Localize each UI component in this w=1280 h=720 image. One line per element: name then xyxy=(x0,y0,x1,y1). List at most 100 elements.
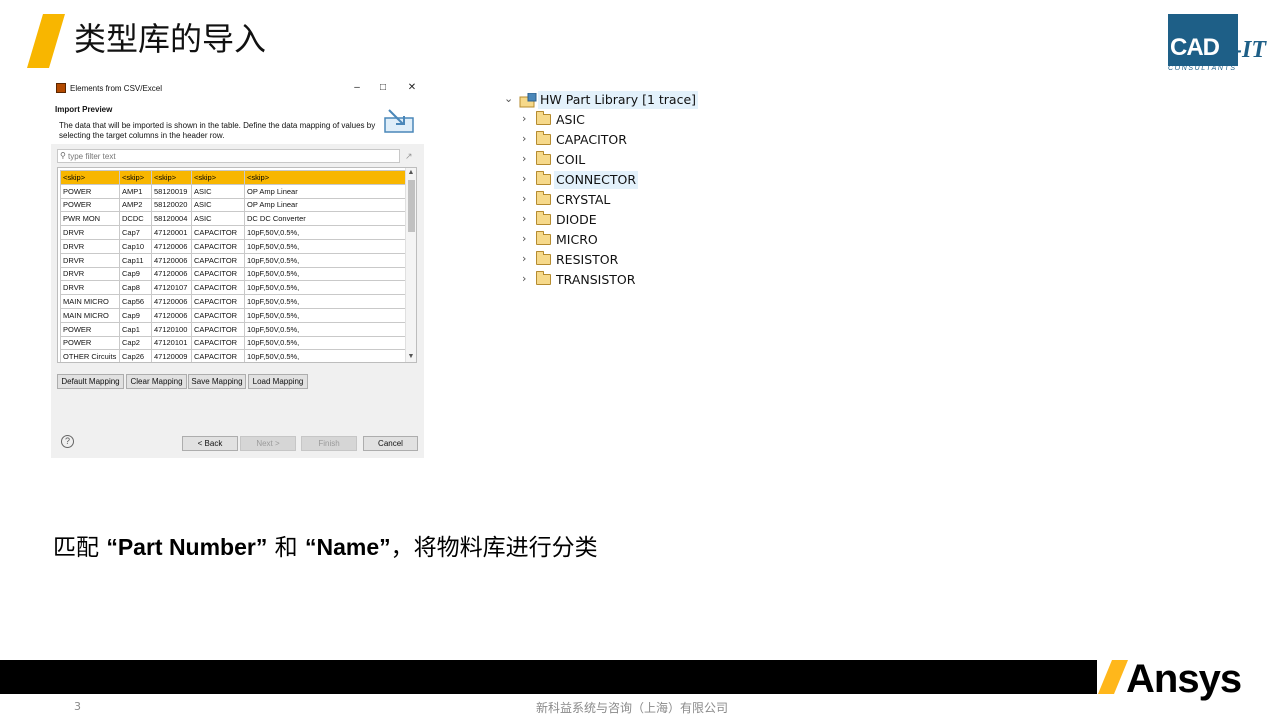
app-icon xyxy=(56,83,66,93)
filter-input[interactable] xyxy=(68,151,388,162)
table-row: POWER AMP2 58120020 ASIC OP Amp Linear xyxy=(60,197,407,213)
column-mapping-select[interactable]: <skip> xyxy=(60,170,120,185)
chevron-right-icon[interactable]: › xyxy=(522,272,534,288)
table-cell: DRVR xyxy=(60,252,120,268)
dialog-title: Elements from CSV/Excel xyxy=(70,84,163,93)
chevron-right-icon[interactable]: › xyxy=(522,152,534,168)
folder-icon xyxy=(536,191,551,205)
table-cell: 10pF,50V,0.5%, xyxy=(244,335,407,351)
minimize-button[interactable]: – xyxy=(349,81,365,95)
table-scrollbar[interactable]: ▲ ▼ xyxy=(405,168,416,362)
scroll-up-icon[interactable]: ▲ xyxy=(406,168,416,178)
ansys-logo: Ansys xyxy=(1126,657,1242,701)
table-cell: Cap9 xyxy=(119,266,152,282)
chevron-right-icon[interactable]: › xyxy=(522,132,534,148)
table-cell: Cap2 xyxy=(119,335,152,351)
table-cell: 47120001 xyxy=(151,225,192,240)
table-cell: DRVR xyxy=(60,266,120,282)
finish-button[interactable]: Finish xyxy=(301,436,357,451)
column-mapping-select[interactable]: <skip> xyxy=(119,170,152,185)
back-button[interactable]: < Back xyxy=(182,436,238,451)
chevron-right-icon[interactable]: › xyxy=(522,212,534,228)
table-cell: PWR MON xyxy=(60,211,120,227)
clear-mapping-button[interactable]: Clear Mapping xyxy=(126,374,187,389)
table-cell: 47120107 xyxy=(151,280,192,296)
table-row: DRVR Cap11 47120006 CAPACITOR 10pF,50V,0.5%, xyxy=(60,252,407,268)
table-cell: CAPACITOR xyxy=(191,266,245,282)
folder-icon xyxy=(536,231,551,245)
table-cell: Cap10 xyxy=(119,238,152,254)
table-cell: 47120009 xyxy=(151,349,192,362)
close-button[interactable]: ✕ xyxy=(404,81,420,95)
help-icon[interactable]: ? xyxy=(61,435,74,448)
table-cell: CAPACITOR xyxy=(191,294,245,309)
caption-name: “Name” xyxy=(304,534,391,560)
table-cell: AMP1 xyxy=(119,183,152,199)
table-cell: CAPACITOR xyxy=(191,335,245,351)
page-number: 3 xyxy=(74,700,81,713)
table-cell: DC DC Converter xyxy=(244,211,407,227)
tree-item-label[interactable]: ASIC xyxy=(554,111,587,129)
mapping-header-row: <skip> <skip> <skip> <skip> <skip> xyxy=(60,170,407,185)
tree-root-label[interactable]: HW Part Library [1 trace] xyxy=(538,91,699,109)
table-cell: DRVR xyxy=(60,238,120,254)
chevron-right-icon[interactable]: › xyxy=(522,172,534,188)
column-mapping-select[interactable]: <skip> xyxy=(191,170,245,185)
table-cell: DRVR xyxy=(60,280,120,296)
caption-and: 和 xyxy=(274,535,298,561)
table-cell: 47120006 xyxy=(151,294,192,309)
chevron-right-icon[interactable]: › xyxy=(522,192,534,208)
chevron-right-icon[interactable]: › xyxy=(522,252,534,268)
chevron-right-icon[interactable]: › xyxy=(522,232,534,248)
table-cell: MAIN MICRO xyxy=(60,307,120,323)
scrollbar-thumb[interactable] xyxy=(408,180,415,232)
table-cell: 10pF,50V,0.5%, xyxy=(244,238,407,254)
column-mapping-select[interactable]: <skip> xyxy=(151,170,192,185)
chevron-down-icon[interactable]: ⌄ xyxy=(504,92,516,108)
table-cell: 58120020 xyxy=(151,197,192,213)
table-cell: 10pF,50V,0.5%, xyxy=(244,294,407,309)
caption-suffix: ，将物料库进行分类 xyxy=(390,535,598,561)
table-row: POWER Cap1 47120100 CAPACITOR 10pF,50V,0.5%, xyxy=(60,321,407,337)
table-cell: CAPACITOR xyxy=(191,349,245,362)
save-mapping-button[interactable]: Save Mapping xyxy=(188,374,246,389)
preview-table-container: <skip> <skip> <skip> <skip> <skip> POWER… xyxy=(57,167,417,363)
dialog-titlebar: Elements from CSV/Excel – □ ✕ xyxy=(51,78,424,98)
table-cell: ASIC xyxy=(191,211,245,227)
cad-it-logo: CAD -IT CONSULTANTS xyxy=(1166,12,1272,76)
clear-filter-icon[interactable]: ↗ xyxy=(405,151,413,162)
tree-item-label[interactable]: MICRO xyxy=(554,231,600,249)
table-cell: 10pF,50V,0.5%, xyxy=(244,349,407,362)
library-icon xyxy=(519,93,537,108)
table-cell: POWER xyxy=(60,335,120,351)
tree-item-label[interactable]: RESISTOR xyxy=(554,251,620,269)
maximize-button[interactable]: □ xyxy=(375,81,391,95)
cancel-button[interactable]: Cancel xyxy=(363,436,418,451)
table-cell: 58120004 xyxy=(151,211,192,227)
table-cell: ASIC xyxy=(191,197,245,213)
next-button[interactable]: Next > xyxy=(240,436,296,451)
table-cell: 58120019 xyxy=(151,183,192,199)
column-mapping-select[interactable]: <skip> xyxy=(244,170,407,185)
folder-icon xyxy=(536,211,551,225)
table-cell: CAPACITOR xyxy=(191,280,245,296)
tree-item-label[interactable]: CAPACITOR xyxy=(554,131,629,149)
import-dialog: Elements from CSV/Excel – □ ✕ Import Pre… xyxy=(51,78,424,458)
tree-item-label[interactable]: DIODE xyxy=(554,211,599,229)
slide-caption: 匹配 “Part Number” 和 “Name”，将物料库进行分类 xyxy=(53,530,598,565)
tree-item-label[interactable]: CONNECTOR xyxy=(554,171,639,189)
chevron-right-icon[interactable]: › xyxy=(522,112,534,128)
table-row: DRVR Cap7 47120001 CAPACITOR 10pF,50V,0.5%, xyxy=(60,225,407,240)
load-mapping-button[interactable]: Load Mapping xyxy=(248,374,308,389)
tree-item-label[interactable]: TRANSISTOR xyxy=(554,271,637,289)
folder-icon xyxy=(536,151,551,165)
default-mapping-button[interactable]: Default Mapping xyxy=(57,374,124,389)
tree-item-label[interactable]: COIL xyxy=(554,151,587,169)
scroll-down-icon[interactable]: ▼ xyxy=(406,352,416,362)
table-cell: OP Amp Linear xyxy=(244,197,407,213)
filter-field[interactable]: ⚲ xyxy=(57,149,400,163)
table-cell: 10pF,50V,0.5%, xyxy=(244,280,407,296)
tree-item-label[interactable]: CRYSTAL xyxy=(554,191,612,209)
caption-part-number: “Part Number” xyxy=(106,534,268,560)
table-cell: 47120006 xyxy=(151,252,192,268)
